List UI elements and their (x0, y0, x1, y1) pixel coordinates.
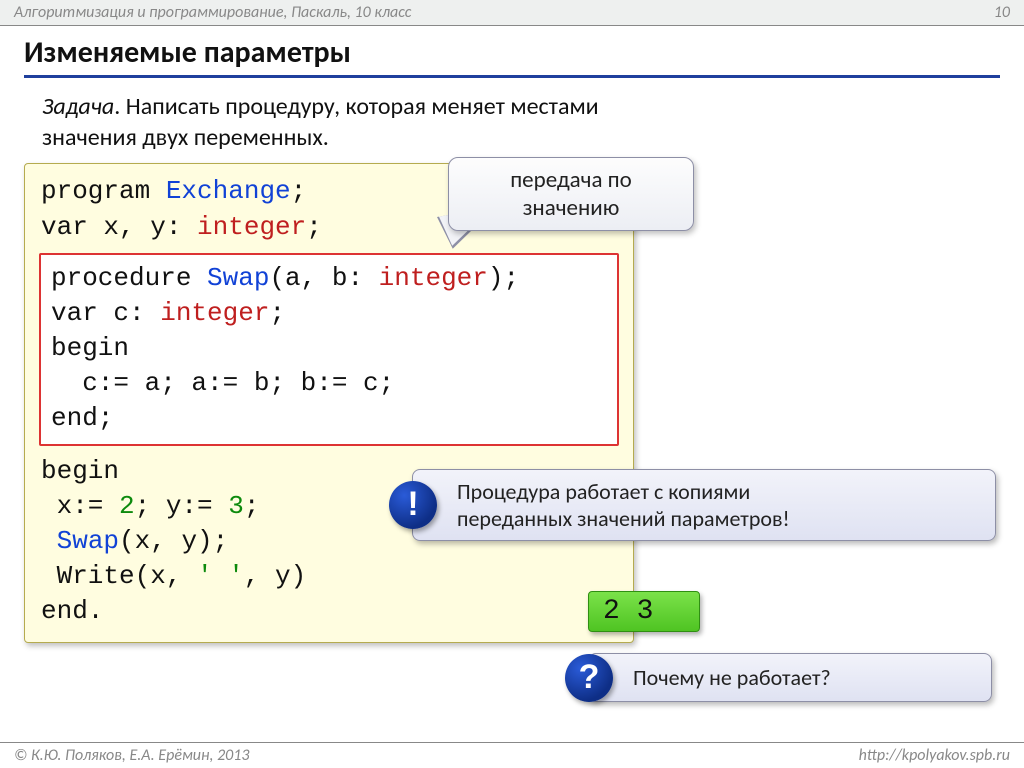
code-line: procedure Swap(a, b: integer); (51, 261, 607, 296)
note-line: Процедура работает с копиями (457, 478, 979, 505)
task-label: Задача (42, 92, 114, 121)
speech-bubble: передача по значению (448, 157, 694, 231)
code-line: begin (51, 331, 607, 366)
bubble-line: значению (463, 194, 679, 222)
code-box: program Exchange; var x, y: integer; pro… (24, 163, 634, 642)
code-line: end. (41, 594, 617, 629)
header-bar: Алгоритмизация и программирование, Паска… (0, 0, 1024, 26)
footer-bar: © К.Ю. Поляков, Е.А. Ерёмин, 2013 http:/… (0, 742, 1024, 768)
slide-content: Изменяемые параметры Задача. Написать пр… (0, 26, 1024, 643)
page-number: 10 (994, 3, 1010, 22)
question-badge-icon: ? (565, 654, 613, 702)
code-line: Write(x, ' ', y) (41, 559, 617, 594)
footer-right: http://kpolyakov.spb.ru (859, 746, 1010, 765)
task-body-2: значения двух переменных. (42, 123, 329, 152)
bubble-line: передача по (463, 166, 679, 194)
note-line: переданных значений параметров! (457, 505, 979, 532)
note-question: ? Почему не работает? (588, 653, 992, 702)
task-text: Задача. Написать процедуру, которая меня… (42, 92, 1000, 153)
output-box: 2 3 (588, 591, 700, 632)
header-left: Алгоритмизация и программирование, Паска… (14, 3, 411, 22)
task-body-1: . Написать процедуру, которая меняет мес… (114, 92, 598, 121)
code-line: c:= a; a:= b; b:= c; (51, 366, 607, 401)
footer-left: © К.Ю. Поляков, Е.А. Ерёмин, 2013 (14, 746, 250, 765)
note-line: Почему не работает? (633, 664, 831, 691)
code-line: end; (51, 401, 607, 436)
code-stage: program Exchange; var x, y: integer; pro… (24, 163, 1000, 642)
exclamation-badge-icon: ! (389, 481, 437, 529)
note-exclamation: ! Процедура работает с копиями переданны… (412, 469, 996, 541)
slide-title: Изменяемые параметры (24, 34, 1000, 78)
procedure-frame: procedure Swap(a, b: integer); var c: in… (39, 253, 619, 446)
code-line: var c: integer; (51, 296, 607, 331)
